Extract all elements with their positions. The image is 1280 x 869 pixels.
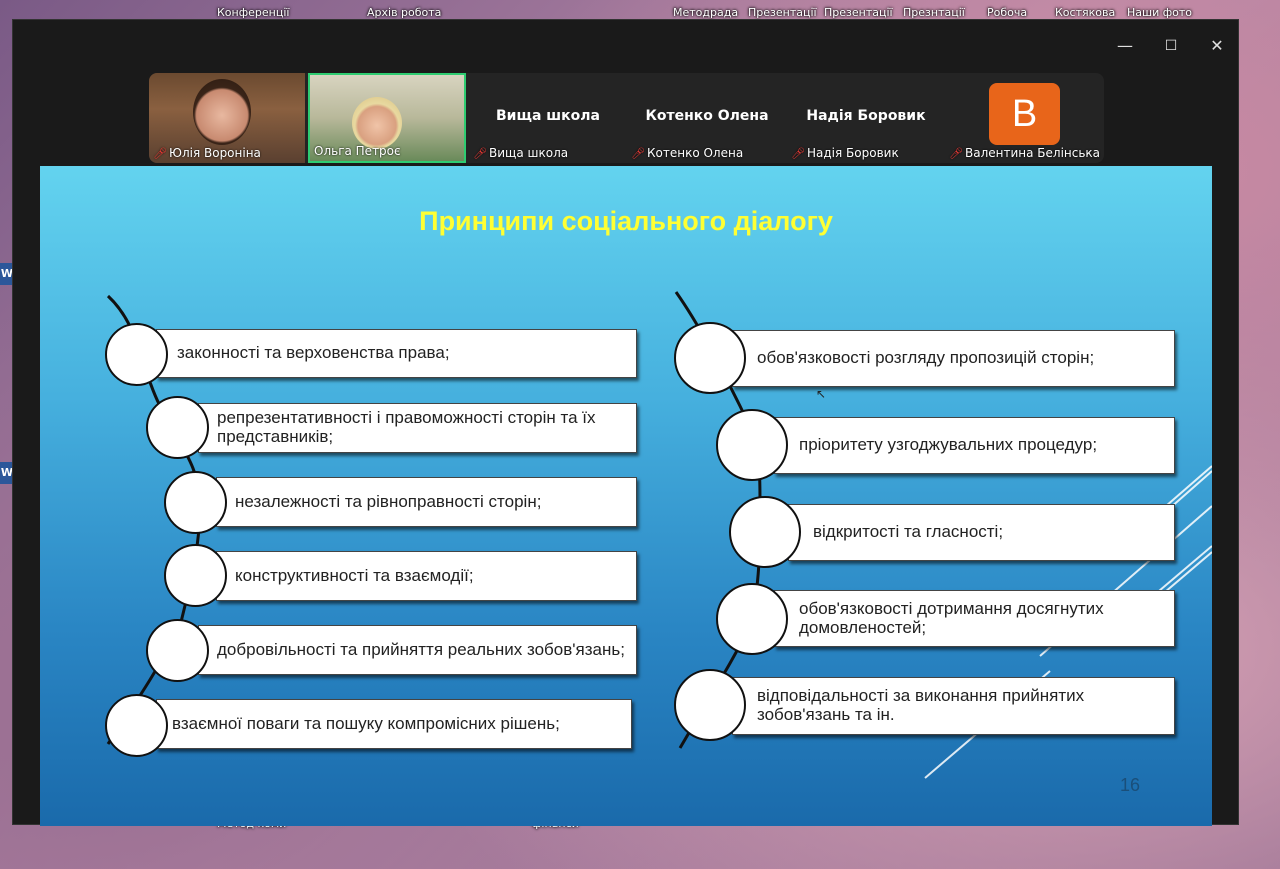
principle-bullet-circle — [146, 619, 209, 682]
principle-bullet-circle — [729, 496, 801, 568]
principle-text: обов'язковості розгляду пропозицій сторі… — [757, 348, 1095, 368]
close-button[interactable]: ✕ — [1202, 34, 1232, 58]
principle-item: законності та верховенства права; — [156, 329, 637, 378]
participant-name: Надія Боровик — [807, 146, 899, 160]
mic-muted-icon: 🎤︎ — [631, 147, 645, 160]
principle-bullet-circle — [674, 669, 746, 741]
principle-item: відповідальності за виконання прийнятих … — [732, 677, 1175, 735]
participant-gallery: 🎤︎ Юлія Вороніна Ольга Петроє Вища школа … — [149, 73, 1104, 163]
desktop-icon-label[interactable]: Презентації — [824, 6, 893, 19]
desktop-icon-label[interactable]: Архів робота — [367, 6, 441, 19]
principle-bullet-circle — [716, 409, 788, 481]
mic-muted-icon: 🎤︎ — [949, 147, 963, 160]
principle-item: репрезентативності і правоможності сторі… — [198, 403, 637, 453]
mic-muted-icon: 🎤︎ — [791, 147, 805, 160]
desktop-icon-label[interactable]: Робоча — [987, 6, 1027, 19]
principle-item: відкритості та гласності; — [788, 504, 1175, 561]
principle-bullet-circle — [146, 396, 209, 459]
principle-bullet-circle — [105, 694, 168, 757]
mic-muted-icon: 🎤︎ — [153, 147, 167, 160]
principle-item: пріоритету узгоджувальних процедур; — [774, 417, 1175, 474]
participant-name: Юлія Вороніна — [169, 146, 261, 160]
principle-text: законності та верховенства права; — [177, 343, 450, 363]
meeting-window: — ☐ ✕ 🎤︎ Юлія Вороніна Ольга Петроє Вища … — [12, 19, 1239, 826]
participant-name: Ольга Петроє — [314, 144, 401, 158]
principle-item: конструктивності та взаємодії; — [216, 551, 637, 601]
desktop-icon-label[interactable]: Наши фото — [1127, 6, 1192, 19]
desktop-icon-label[interactable]: Презентації — [748, 6, 817, 19]
principle-bullet-circle — [674, 322, 746, 394]
participant-tile[interactable]: Надія Боровик 🎤︎ Надія Боровик — [787, 73, 945, 163]
principle-bullet-circle — [716, 583, 788, 655]
principle-text: відкритості та гласності; — [813, 522, 1004, 542]
minimize-button[interactable]: — — [1110, 34, 1140, 58]
participant-display-name: Надія Боровик — [806, 108, 926, 124]
principle-item: добровільності та прийняття реальних зоб… — [198, 625, 637, 675]
principle-text: репрезентативності і правоможності сторі… — [217, 408, 596, 446]
mic-muted-icon: 🎤︎ — [473, 147, 487, 160]
participant-avatar: B — [989, 83, 1060, 145]
principle-text: взаємної поваги та пошуку компромісних р… — [172, 713, 560, 733]
participant-display-name: Котенко Олена — [645, 108, 769, 124]
desktop-icon-label[interactable]: Презнтації — [903, 6, 965, 19]
principle-text: незалежності та рівноправності сторін; — [235, 491, 542, 511]
principle-item: взаємної поваги та пошуку компромісних р… — [156, 699, 632, 749]
mouse-cursor-icon: ↖ — [816, 387, 827, 401]
participant-display-name: Вища школа — [496, 108, 600, 124]
principle-text: обов'язковості дотримання досягнутих дом… — [799, 598, 1104, 637]
maximize-button[interactable]: ☐ — [1156, 34, 1186, 58]
principle-text: конструктивності та взаємодії; — [235, 565, 474, 585]
shared-screen-slide: Принципи соціального діалогу законності … — [40, 166, 1212, 826]
principle-item: незалежності та рівноправності сторін; — [216, 477, 637, 527]
slide-title: Принципи соціального діалогу — [419, 206, 833, 236]
participant-name: Вища школа — [489, 146, 569, 160]
principle-item: обов'язковості дотримання досягнутих дом… — [774, 590, 1175, 647]
desktop-icon-label[interactable]: Костякова — [1055, 6, 1115, 19]
principle-item: обов'язковості розгляду пропозицій сторі… — [732, 330, 1175, 387]
participant-video — [352, 97, 402, 149]
principle-text: добровільності та прийняття реальних зоб… — [217, 639, 625, 659]
principle-text: пріоритету узгоджувальних процедур; — [799, 435, 1098, 455]
participant-name: Котенко Олена — [647, 146, 744, 160]
participant-tile[interactable]: Котенко Олена 🎤︎ Котенко Олена — [627, 73, 787, 163]
participant-name: Валентина Белінська — [965, 146, 1101, 160]
principle-bullet-circle — [105, 323, 168, 386]
principle-bullet-circle — [164, 471, 227, 534]
slide-page-number: 16 — [1119, 775, 1140, 795]
desktop-icon-label[interactable]: Методрада — [673, 6, 738, 19]
principle-text: відповідальності за виконання прийнятих … — [757, 686, 1085, 724]
desktop-icon-label[interactable]: Конференції — [217, 6, 289, 19]
participant-tile[interactable]: Вища школа 🎤︎ Вища школа — [469, 73, 627, 163]
participant-tile[interactable]: 🎤︎ Юлія Вороніна — [149, 73, 305, 163]
principle-bullet-circle — [164, 544, 227, 607]
participant-tile-active-speaker[interactable]: Ольга Петроє — [308, 73, 466, 163]
participant-video — [193, 79, 251, 145]
